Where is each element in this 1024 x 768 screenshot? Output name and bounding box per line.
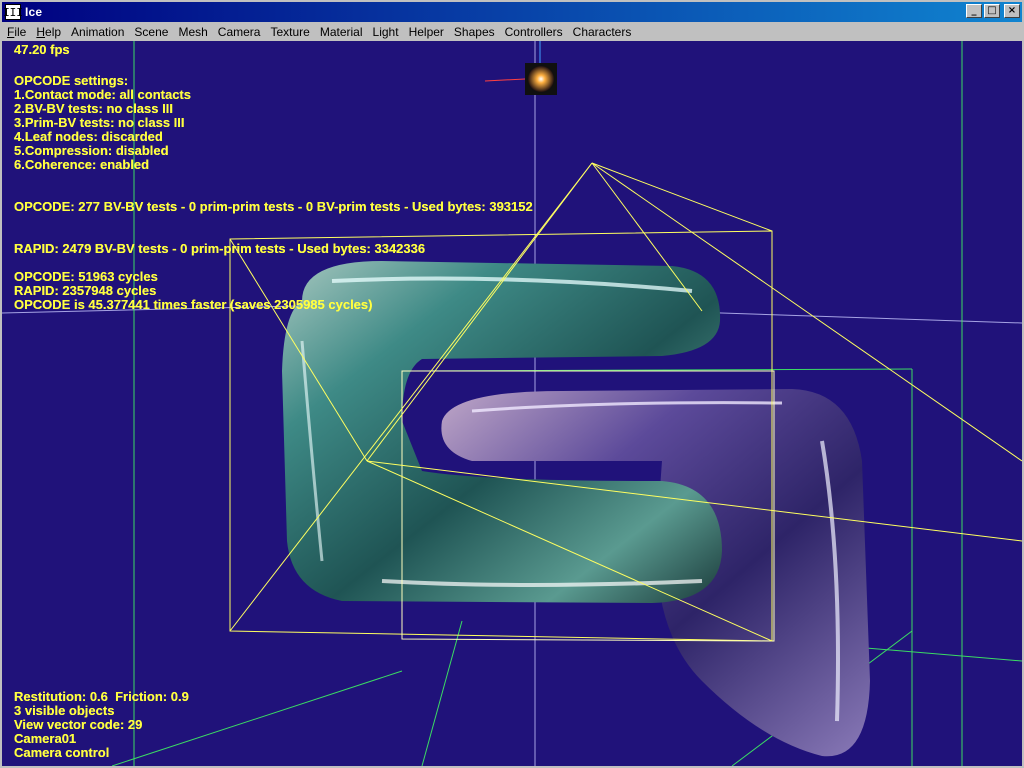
menu-label: Mesh bbox=[178, 24, 208, 39]
window-controls: _ □ × bbox=[966, 4, 1020, 18]
menu-helper[interactable]: Helper bbox=[404, 23, 449, 41]
menu-characters[interactable]: Characters bbox=[568, 23, 637, 41]
setting-line: 1.Contact mode: all contacts bbox=[14, 87, 191, 102]
menu-material[interactable]: Material bbox=[315, 23, 368, 41]
menu-scene[interactable]: Scene bbox=[129, 23, 173, 41]
menu-label: Shapes bbox=[453, 24, 495, 39]
window-title: Ice bbox=[25, 5, 43, 19]
setting-line: 2.BV-BV tests: no class III bbox=[14, 101, 173, 116]
menu-label: ile bbox=[14, 24, 27, 39]
status-line: 3 visible objects bbox=[14, 703, 115, 718]
menu-label: Scene bbox=[134, 24, 169, 39]
status-line: Camera01 bbox=[14, 731, 77, 746]
close-button[interactable]: × bbox=[1004, 4, 1020, 18]
app-icon[interactable]: III bbox=[3, 4, 23, 20]
3d-viewport[interactable]: 47.20 fps OPCODE settings: 1.Contact mod… bbox=[2, 41, 1022, 766]
setting-line: 4.Leaf nodes: discarded bbox=[14, 129, 163, 144]
menu-label: Animation bbox=[71, 24, 125, 39]
setting-line: 5.Compression: disabled bbox=[14, 143, 169, 158]
menu-label: elp bbox=[45, 24, 62, 39]
menu-label: Light bbox=[372, 24, 399, 39]
menu-camera[interactable]: Camera bbox=[213, 23, 266, 41]
menu-label: Material bbox=[319, 24, 363, 39]
opcode-cycles: OPCODE: 51963 cycles bbox=[14, 269, 158, 284]
menu-mesh[interactable]: Mesh bbox=[173, 23, 212, 41]
settings-title: OPCODE settings: bbox=[14, 73, 129, 88]
title-bar[interactable]: III Ice _ □ × bbox=[2, 2, 1022, 22]
fps-readout: 47.20 fps bbox=[14, 42, 70, 57]
minimize-button[interactable]: _ bbox=[966, 4, 982, 18]
menu-accelerator: H bbox=[36, 24, 46, 39]
menu-bar: File Help Animation Scene Mesh Camera Texture M… bbox=[2, 22, 1022, 41]
maximize-button[interactable]: □ bbox=[984, 4, 1000, 18]
setting-line: 6.Coherence: enabled bbox=[14, 157, 150, 172]
status-line: Camera control bbox=[14, 745, 110, 760]
setting-line: 3.Prim-BV tests: no class III bbox=[14, 115, 185, 130]
status-line: Restitution: 0.6 Friction: 0.9 bbox=[14, 689, 189, 704]
speedup-readout: OPCODE is 45.377441 times faster (saves … bbox=[14, 297, 373, 312]
light-helper bbox=[484, 41, 557, 95]
status-line: View vector code: 29 bbox=[14, 717, 143, 732]
rapid-cycles: RAPID: 2357948 cycles bbox=[14, 283, 157, 298]
menu-label: Characters bbox=[572, 24, 632, 39]
application-window: III Ice _ □ × File Help Animation Scene Mesh… bbox=[0, 0, 1024, 768]
menu-label: Camera bbox=[217, 24, 261, 39]
menu-label: Helper bbox=[408, 24, 444, 39]
menu-controllers[interactable]: Controllers bbox=[500, 23, 568, 41]
menu-label: Controllers bbox=[504, 24, 563, 39]
menu-light[interactable]: Light bbox=[368, 23, 404, 41]
menu-file[interactable]: File bbox=[2, 23, 31, 41]
menu-animation[interactable]: Animation bbox=[66, 23, 129, 41]
menu-help[interactable]: Help bbox=[31, 23, 66, 41]
opcode-stats: OPCODE: 277 BV-BV tests - 0 prim-prim te… bbox=[14, 199, 533, 214]
bottom-status: Restitution: 0.6 Friction: 0.9 3 visible … bbox=[14, 690, 189, 760]
settings-list: 1.Contact mode: all contacts 2.BV-BV test… bbox=[14, 88, 191, 172]
menu-label: Texture bbox=[270, 24, 310, 39]
rapid-stats: RAPID: 2479 BV-BV tests - 0 prim-prim te… bbox=[14, 241, 426, 256]
menu-texture[interactable]: Texture bbox=[265, 23, 314, 41]
menu-shapes[interactable]: Shapes bbox=[449, 23, 500, 41]
